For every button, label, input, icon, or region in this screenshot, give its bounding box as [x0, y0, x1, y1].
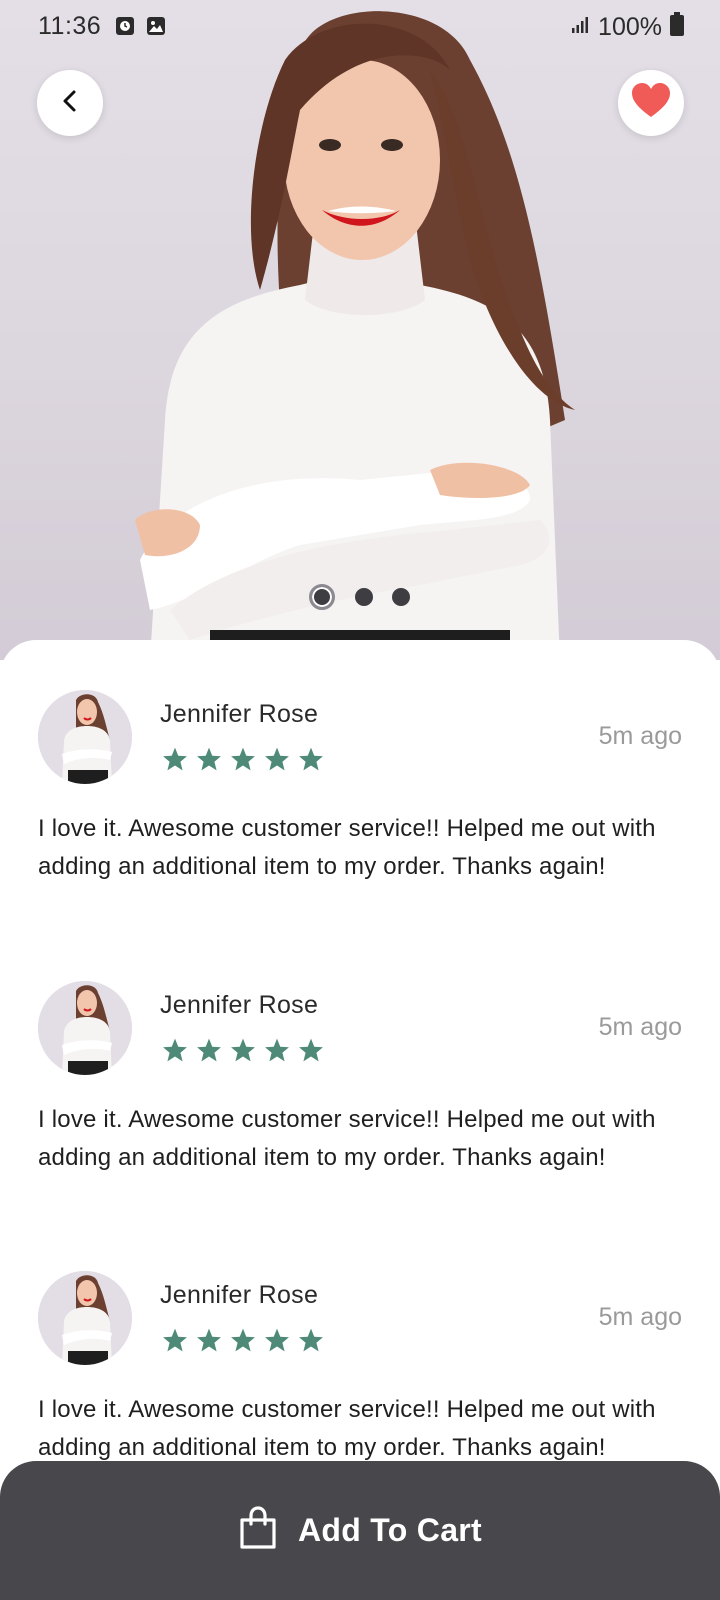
avatar — [38, 981, 132, 1075]
reviewer-name: Jennifer Rose — [160, 1281, 319, 1309]
star-icon — [197, 1328, 221, 1352]
carousel-indicator — [0, 582, 720, 610]
review-text: I love it. Awesome customer service!! He… — [38, 1106, 656, 1171]
rating-stars — [162, 746, 324, 772]
review-time: 5m ago — [598, 1013, 682, 1041]
model-photo — [135, 11, 575, 660]
signal-icon — [570, 13, 590, 42]
battery-icon — [670, 12, 684, 43]
chevron-left-icon — [56, 87, 84, 120]
reviewer-name: Jennifer Rose — [160, 991, 319, 1019]
star-icon — [231, 1328, 255, 1352]
star-icon — [197, 747, 221, 771]
battery-percent: 100% — [598, 13, 662, 41]
image-notification-icon — [146, 16, 166, 36]
star-icon — [231, 747, 255, 771]
favorite-button[interactable] — [618, 70, 684, 136]
star-icon — [265, 1328, 289, 1352]
review-text: I love it. Awesome customer service!! He… — [38, 815, 656, 880]
star-icon — [299, 747, 323, 771]
star-icon — [231, 1038, 255, 1062]
add-to-cart-button[interactable]: Add To Cart — [0, 1461, 720, 1600]
status-bar: 11:36 100% — [0, 0, 720, 52]
heart-icon — [631, 82, 671, 124]
carousel-dot[interactable] — [355, 588, 373, 606]
back-button[interactable] — [37, 70, 103, 136]
star-icon — [163, 1038, 187, 1062]
avatar — [38, 1271, 132, 1365]
star-icon — [299, 1038, 323, 1062]
carousel-dot[interactable] — [392, 588, 410, 606]
carousel-dot-active[interactable] — [309, 584, 335, 610]
review-text: I love it. Awesome customer service!! He… — [38, 1396, 656, 1461]
star-icon — [163, 747, 187, 771]
status-time: 11:36 — [38, 12, 102, 40]
rating-stars — [162, 1037, 324, 1063]
review-time: 5m ago — [598, 722, 682, 750]
star-icon — [163, 1328, 187, 1352]
rating-stars — [162, 1327, 324, 1353]
timer-notification-icon — [115, 16, 135, 36]
avatar — [38, 690, 132, 784]
star-icon — [265, 747, 289, 771]
review-time: 5m ago — [598, 1303, 682, 1331]
status-right-group: 100% — [570, 12, 684, 43]
reviewer-name: Jennifer Rose — [160, 700, 319, 728]
star-icon — [299, 1328, 323, 1352]
add-to-cart-label: Add To Cart — [297, 1512, 483, 1548]
star-icon — [197, 1038, 221, 1062]
star-icon — [265, 1038, 289, 1062]
shopping-bag-icon — [238, 1506, 278, 1555]
reviews-sheet: Jennifer Rose 5m ago I love it. Awesome … — [0, 640, 720, 1600]
product-hero-image — [0, 0, 720, 660]
